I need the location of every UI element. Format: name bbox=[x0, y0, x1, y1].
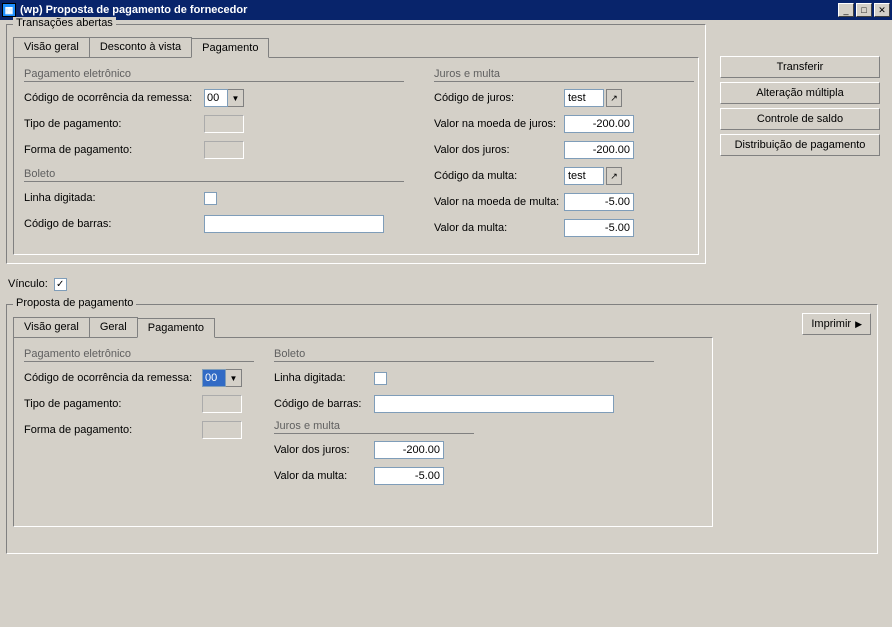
label-payment-type: Tipo de pagamento: bbox=[24, 118, 204, 130]
tab-payment[interactable]: Pagamento bbox=[191, 38, 269, 58]
proposal-payment-type-field bbox=[202, 395, 242, 413]
link-checkbox[interactable]: ✓ bbox=[54, 278, 67, 291]
tab-proposal-overview[interactable]: Visão geral bbox=[13, 317, 90, 337]
payment-distribution-button[interactable]: Distribuição de pagamento bbox=[720, 134, 880, 156]
typed-line-checkbox[interactable] bbox=[204, 192, 217, 205]
interest-code-lookup-icon[interactable]: ↗ bbox=[606, 89, 622, 107]
menu-arrow-icon: ▶ bbox=[855, 319, 862, 330]
multi-change-button[interactable]: Alteração múltipla bbox=[720, 82, 880, 104]
label-interest-value: Valor dos juros: bbox=[434, 144, 564, 156]
barcode-input[interactable] bbox=[204, 215, 384, 233]
payment-form-field bbox=[204, 141, 244, 159]
label-payment-form: Forma de pagamento: bbox=[24, 144, 204, 156]
balance-control-button[interactable]: Controle de saldo bbox=[720, 108, 880, 130]
proposal-payment-panel: Pagamento eletrônico Código de ocorrênci… bbox=[13, 337, 713, 527]
open-tx-tabstrip: Visão geral Desconto à vista Pagamento bbox=[13, 37, 699, 57]
label-barcode: Código de barras: bbox=[24, 218, 204, 230]
proposal-interest-value-input[interactable] bbox=[374, 441, 444, 459]
label-interest-currency-value: Valor na moeda de juros: bbox=[434, 118, 564, 130]
open-transactions-group: Transações abertas Visão geral Desconto … bbox=[6, 24, 706, 264]
label-fine-currency-value: Valor na moeda de multa: bbox=[434, 196, 564, 208]
payment-proposal-group: Proposta de pagamento Visão geral Geral … bbox=[6, 304, 878, 554]
fine-currency-value-input[interactable] bbox=[564, 193, 634, 211]
tab-cash-discount[interactable]: Desconto à vista bbox=[89, 37, 192, 57]
tab-proposal-payment[interactable]: Pagamento bbox=[137, 318, 215, 338]
dropdown-icon[interactable]: ▼ bbox=[226, 369, 242, 387]
proposal-barcode-input[interactable] bbox=[374, 395, 614, 413]
label-fine-code: Código da multa: bbox=[434, 170, 564, 182]
label-fine-value: Valor da multa: bbox=[434, 222, 564, 234]
print-button[interactable]: Imprimir ▶ bbox=[802, 313, 871, 335]
payment-type-field bbox=[204, 115, 244, 133]
remittance-code-input[interactable] bbox=[204, 89, 228, 107]
label-remittance-code: Código de ocorrência da remessa: bbox=[24, 92, 204, 104]
proposal-tabstrip: Visão geral Geral Pagamento bbox=[13, 317, 214, 337]
label-proposal-barcode: Código de barras: bbox=[274, 398, 374, 410]
window-body: Transferir Alteração múltipla Controle d… bbox=[0, 20, 892, 568]
label-proposal-payment-type: Tipo de pagamento: bbox=[24, 398, 202, 410]
dropdown-icon[interactable]: ▼ bbox=[228, 89, 244, 107]
remittance-code-combo[interactable]: ▼ bbox=[204, 89, 244, 107]
open-transactions-title: Transações abertas bbox=[13, 17, 116, 29]
app-icon: ▦ bbox=[2, 3, 16, 17]
label-proposal-payment-form: Forma de pagamento: bbox=[24, 424, 202, 436]
label-link: Vínculo: bbox=[8, 278, 48, 290]
label-typed-line: Linha digitada: bbox=[24, 192, 204, 204]
fine-value-input[interactable] bbox=[564, 219, 634, 237]
transfer-button[interactable]: Transferir bbox=[720, 56, 880, 78]
proposal-typed-line-checkbox[interactable] bbox=[374, 372, 387, 385]
label-interest-code: Código de juros: bbox=[434, 92, 564, 104]
tab-proposal-general[interactable]: Geral bbox=[89, 317, 138, 337]
proposal-fine-value-input[interactable] bbox=[374, 467, 444, 485]
label-proposal-typed-line: Linha digitada: bbox=[274, 372, 374, 384]
titlebar: ▦ (wp) Proposta de pagamento de forneced… bbox=[0, 0, 892, 20]
interest-currency-value-input[interactable] bbox=[564, 115, 634, 133]
minimize-button[interactable]: _ bbox=[838, 3, 854, 17]
window-title: (wp) Proposta de pagamento de fornecedor bbox=[20, 4, 838, 16]
tab-overview[interactable]: Visão geral bbox=[13, 37, 90, 57]
print-button-label: Imprimir bbox=[811, 318, 851, 330]
fine-code-input[interactable] bbox=[564, 167, 604, 185]
section-boleto: Boleto bbox=[24, 168, 404, 182]
section-interest-fine: Juros e multa bbox=[434, 68, 694, 82]
proposal-remittance-code-combo[interactable]: ▼ bbox=[202, 369, 242, 387]
fine-code-lookup-icon[interactable]: ↗ bbox=[606, 167, 622, 185]
payment-proposal-title: Proposta de pagamento bbox=[13, 297, 136, 309]
section-proposal-boleto: Boleto bbox=[274, 348, 654, 362]
proposal-payment-form-field bbox=[202, 421, 242, 439]
proposal-remittance-code-input[interactable] bbox=[202, 369, 226, 387]
sidebar-buttons: Transferir Alteração múltipla Controle d… bbox=[720, 56, 880, 156]
interest-code-input[interactable] bbox=[564, 89, 604, 107]
maximize-button[interactable]: □ bbox=[856, 3, 872, 17]
section-proposal-interest-fine: Juros e multa bbox=[274, 420, 474, 434]
interest-value-input[interactable] bbox=[564, 141, 634, 159]
section-e-payment: Pagamento eletrônico bbox=[24, 68, 404, 82]
label-proposal-fine-value: Valor da multa: bbox=[274, 470, 374, 482]
close-button[interactable]: ✕ bbox=[874, 3, 890, 17]
label-proposal-interest-value: Valor dos juros: bbox=[274, 444, 374, 456]
label-proposal-remittance-code: Código de ocorrência da remessa: bbox=[24, 372, 202, 384]
open-tx-payment-panel: Pagamento eletrônico Código de ocorrênci… bbox=[13, 57, 699, 255]
section-proposal-e-payment: Pagamento eletrônico bbox=[24, 348, 254, 362]
